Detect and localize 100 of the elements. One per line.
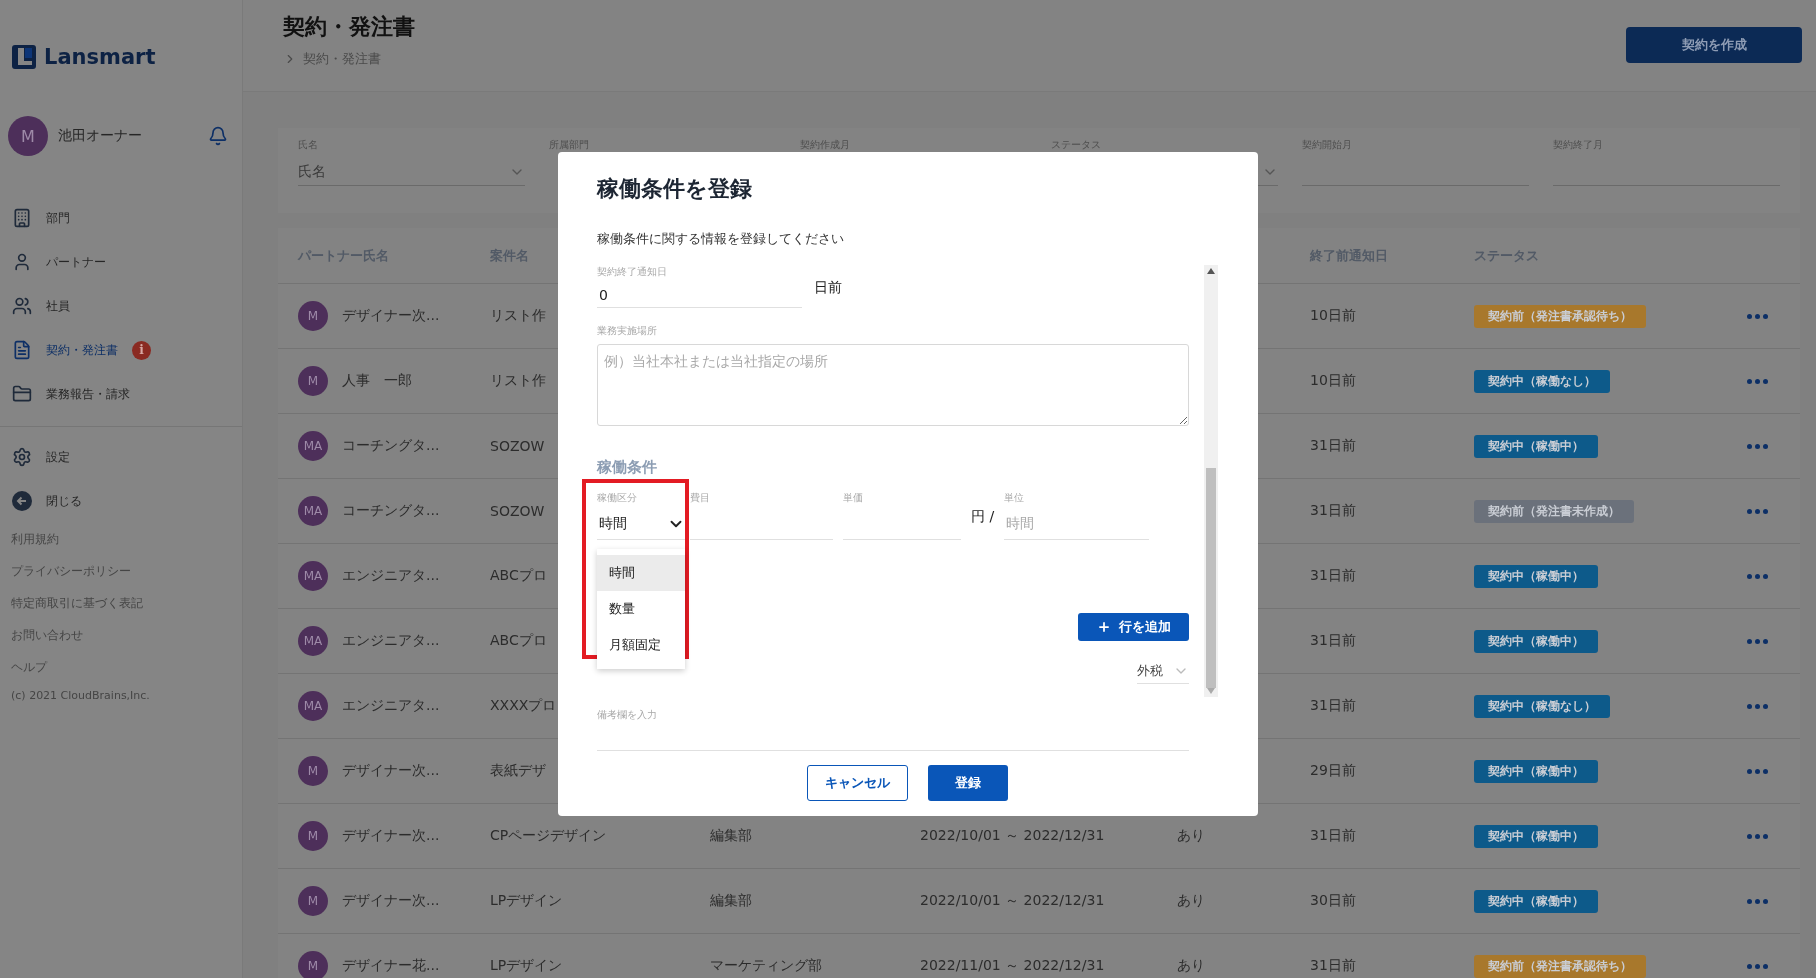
partner-avatar: M bbox=[298, 821, 328, 851]
person-icon bbox=[12, 252, 32, 272]
partner-name: 人事 一郎 bbox=[342, 372, 412, 390]
input-field[interactable]: 時間 bbox=[1004, 508, 1150, 540]
notice-days: 10日前 bbox=[1310, 372, 1356, 390]
status-badge: 契約中（稼働中） bbox=[1474, 629, 1598, 653]
select-field[interactable]: 時間 bbox=[597, 508, 685, 540]
plus-icon bbox=[1096, 620, 1111, 634]
status-badge: 契約中（稼働中） bbox=[1474, 824, 1598, 848]
dropdown-option[interactable]: 月額固定 bbox=[597, 627, 685, 663]
more-icon[interactable] bbox=[1747, 638, 1768, 644]
dropdown-option[interactable]: 時間 bbox=[597, 555, 685, 591]
cancel-button[interactable]: キャンセル bbox=[807, 765, 908, 801]
notice-days: 31日前 bbox=[1310, 437, 1356, 455]
partner-avatar: MA bbox=[298, 431, 328, 461]
user-avatar: M bbox=[8, 116, 48, 156]
partner-name: デザイナー次... bbox=[342, 892, 440, 910]
people-icon bbox=[12, 296, 32, 316]
field-label: 契約終了通知日 bbox=[597, 265, 668, 279]
nav-item[interactable]: パートナー bbox=[0, 240, 242, 284]
partner-name: コーチングタ... bbox=[342, 437, 440, 455]
partner-avatar: M bbox=[298, 756, 328, 786]
partner-name: デザイナー次... bbox=[342, 827, 440, 845]
tax-select[interactable]: 外税 bbox=[1137, 658, 1189, 684]
more-icon[interactable] bbox=[1747, 508, 1768, 514]
notice-days: 31日前 bbox=[1310, 502, 1356, 520]
partner-avatar: MA bbox=[298, 691, 328, 721]
table-cell: あり bbox=[1177, 957, 1205, 975]
partner-avatar: MA bbox=[298, 626, 328, 656]
currency-text: 円 / bbox=[971, 508, 995, 526]
partner-name: デザイナー花... bbox=[342, 957, 440, 975]
more-icon[interactable] bbox=[1747, 963, 1768, 969]
partner-avatar: MA bbox=[298, 561, 328, 591]
more-icon[interactable] bbox=[1747, 378, 1768, 384]
logo-icon bbox=[12, 45, 36, 69]
notice-days: 31日前 bbox=[1310, 827, 1356, 845]
status-badge: 契約中（稼働なし） bbox=[1474, 369, 1610, 393]
more-icon[interactable] bbox=[1747, 313, 1768, 319]
partner-avatar: M bbox=[298, 366, 328, 396]
more-icon[interactable] bbox=[1747, 898, 1768, 904]
project-name: XXXXプロ bbox=[490, 697, 557, 715]
dropdown-option[interactable]: 数量 bbox=[597, 591, 685, 627]
status-badge: 契約中（稼働中） bbox=[1474, 759, 1598, 783]
scrollbar[interactable] bbox=[1204, 265, 1218, 697]
status-badge: 契約前（発注書承認待ち） bbox=[1474, 304, 1646, 328]
building-icon bbox=[12, 208, 32, 228]
modal-title: 稼働条件を登録 bbox=[597, 175, 753, 203]
nav-item[interactable]: 設定 bbox=[0, 435, 242, 479]
table-cell: 2022/11/01 ～ 2022/12/31 bbox=[920, 957, 1105, 975]
notice-days: 10日前 bbox=[1310, 307, 1356, 325]
project-name: 表紙デザ bbox=[490, 762, 546, 780]
nav-item[interactable]: 社員 bbox=[0, 284, 242, 328]
nav-item[interactable]: 契約・発注書 i bbox=[0, 328, 242, 372]
modal-description: 稼働条件に関する情報を登録してください bbox=[597, 230, 845, 248]
partner-avatar: M bbox=[298, 886, 328, 916]
project-name: LPデザイン bbox=[490, 892, 563, 910]
more-icon[interactable] bbox=[1747, 768, 1768, 774]
footer-link[interactable]: お問い合わせ bbox=[0, 619, 242, 651]
filter-select[interactable]: 氏名 bbox=[298, 158, 525, 186]
settings-icon bbox=[12, 447, 32, 467]
scroll-up-icon[interactable] bbox=[1207, 268, 1215, 274]
nav-item[interactable]: 部門 bbox=[0, 196, 242, 240]
footer-link[interactable]: プライバシーポリシー bbox=[0, 555, 242, 587]
alert-badge: i bbox=[132, 340, 151, 360]
more-icon[interactable] bbox=[1747, 703, 1768, 709]
add-row-button[interactable]: 行を追加 bbox=[1078, 613, 1189, 641]
nav-item[interactable]: 閉じる bbox=[0, 479, 242, 523]
create-button[interactable]: 契約を作成 bbox=[1626, 27, 1802, 63]
partner-name: デザイナー次... bbox=[342, 307, 440, 325]
more-icon[interactable] bbox=[1747, 573, 1768, 579]
more-icon[interactable] bbox=[1747, 833, 1768, 839]
table-cell: あり bbox=[1177, 892, 1205, 910]
notice-days: 30日前 bbox=[1310, 892, 1356, 910]
project-name: SOZOW bbox=[490, 503, 545, 519]
field-label: 単価 bbox=[843, 491, 864, 505]
submit-button[interactable]: 登録 bbox=[928, 765, 1008, 801]
notice-days: 31日前 bbox=[1310, 632, 1356, 650]
section-title: 稼働条件 bbox=[597, 458, 658, 477]
notice-days: 31日前 bbox=[1310, 957, 1356, 975]
status-badge: 契約中（稼働中） bbox=[1474, 564, 1598, 588]
field-label: 備考欄を入力 bbox=[597, 708, 658, 722]
copyright: (c) 2021 CloudBrains,Inc. bbox=[10, 688, 151, 702]
footer-link[interactable]: 利用規約 bbox=[0, 523, 242, 555]
partner-avatar: MA bbox=[298, 496, 328, 526]
project-name: CPページデザイン bbox=[490, 827, 607, 845]
project-name: リスト作 bbox=[490, 307, 546, 325]
partner-avatar: M bbox=[298, 301, 328, 331]
partner-name: エンジニアタ... bbox=[342, 632, 440, 650]
bell-icon[interactable] bbox=[208, 126, 228, 146]
field-label: 業務実施場所 bbox=[597, 324, 658, 338]
field-label: 費目 bbox=[690, 491, 711, 505]
field-label: 稼働区分 bbox=[597, 491, 638, 505]
nav-item[interactable]: 業務報告・請求 bbox=[0, 372, 242, 416]
table-cell: マーケティング部 bbox=[710, 957, 822, 975]
notice-days: 29日前 bbox=[1310, 762, 1356, 780]
input-field[interactable]: 0 bbox=[597, 282, 802, 308]
more-icon[interactable] bbox=[1747, 443, 1768, 449]
table-cell: あり bbox=[1177, 827, 1205, 845]
textarea-field[interactable]: 例）当社本社または当社指定の場所 bbox=[597, 344, 1189, 426]
field-label: 単位 bbox=[1004, 491, 1026, 505]
